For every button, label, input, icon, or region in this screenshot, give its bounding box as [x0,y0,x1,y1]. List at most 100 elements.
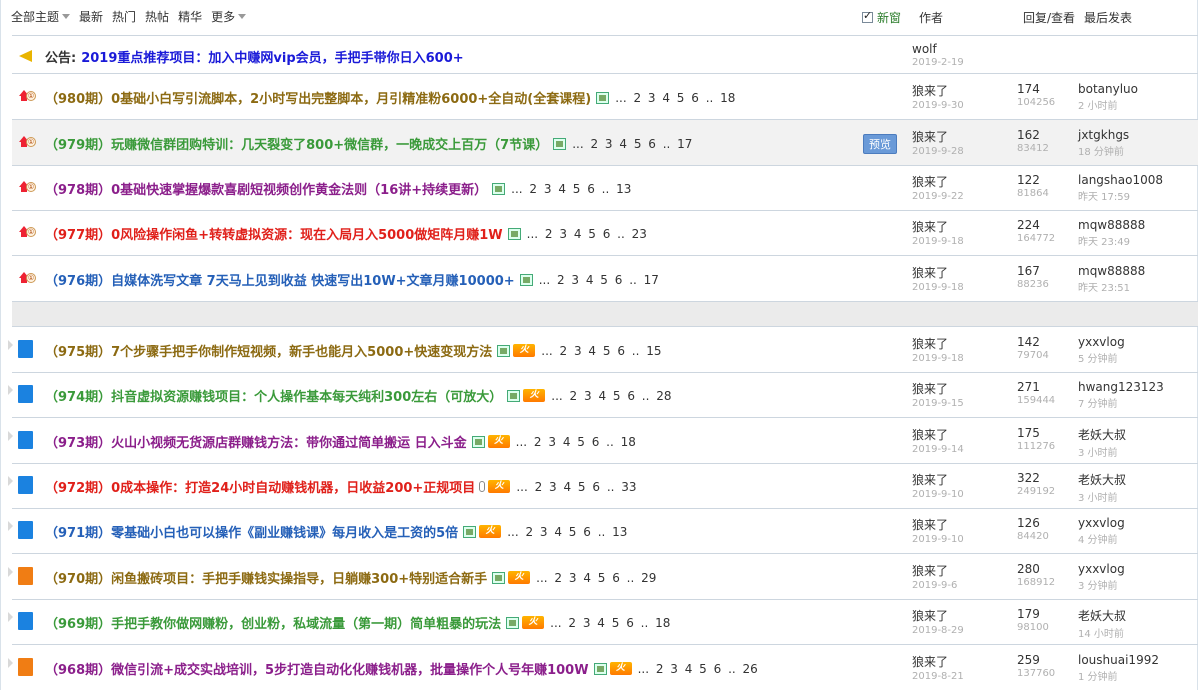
preview-button[interactable]: 预览 [863,134,897,154]
author-name[interactable]: 狼来了 [912,473,948,487]
last-post: yxxvlog 3 分钟前 [1078,562,1125,592]
author-name[interactable]: 狼来了 [912,428,948,442]
last-post-user[interactable]: yxxvlog [1078,335,1125,349]
author-name[interactable]: 狼来了 [912,266,948,280]
thread-title[interactable]: （979期）玩赚微信群团购特训：几天裂变了800+微信群，一晚成交上百万（7节课… [45,134,548,153]
column-reply-view[interactable]: 回复/查看 [1023,9,1075,26]
author-name[interactable]: 狼来了 [912,564,948,578]
thread-pagination[interactable]: ... 2 3 4 5 6 .. 29 [536,571,656,585]
filter-hot[interactable]: 热门 [112,8,136,25]
post-date: 2019-9-10 [912,534,964,545]
reply-count: 280 [1017,562,1040,576]
thread-pagination[interactable]: ... 2 3 4 5 6 .. 18 [550,616,670,630]
last-post-time[interactable]: 14 小时前 [1078,625,1126,640]
last-post-user[interactable]: yxxvlog [1078,516,1125,530]
post-date: 2019-9-15 [912,398,964,409]
filter-hotpost[interactable]: 热帖 [145,8,169,25]
thread-title[interactable]: （968期）微信引流+成交实战培训，5步打造自动化化赚钱机器，批量操作个人号年赚… [45,659,589,678]
image-attachment-icon [492,182,506,195]
thread-pagination[interactable]: ... 2 3 4 5 6 .. 18 [615,91,735,105]
thread-title[interactable]: （978期）0基础快速掌握爆款喜剧短视频创作黄金法则（16讲+持续更新） [45,179,487,198]
last-post-user[interactable]: hwang123123 [1078,380,1164,394]
last-post-time[interactable]: 7 分钟前 [1078,395,1164,410]
author-name[interactable]: 狼来了 [912,130,948,144]
reply-view-count: 162 83412 [1017,128,1049,154]
thread-title[interactable]: （974期）抖音虚拟资源赚钱项目：个人操作基本每天纯利300左右（可放大） [45,386,502,405]
author-name[interactable]: 狼来了 [912,609,948,623]
thread-title-wrap: （976期）自媒体洗写文章 7天马上见到收益 快速写出10W+文章月赚10000… [45,270,659,290]
last-post-time[interactable]: 昨天 23:51 [1078,279,1145,294]
thread-title-wrap: （973期）火山小视频无货源店群赚钱方法：带你通过简单搬运 日入斗金 火 ... 2… [45,432,636,452]
thread-title[interactable]: （977期）0风险操作闲鱼+转转虚拟资源：现在入局月入5000做矩阵月赚1W [45,224,503,243]
last-post-user[interactable]: mqw88888 [1078,218,1145,232]
table-row: （973期）火山小视频无货源店群赚钱方法：带你通过简单搬运 日入斗金 火 ... 2… [12,418,1198,464]
view-count: 98100 [1017,622,1049,633]
image-attachment-icon [471,435,485,448]
author-name[interactable]: 狼来了 [912,84,948,98]
view-count: 81864 [1017,188,1049,199]
last-post-time[interactable]: 昨天 23:49 [1078,233,1145,248]
last-post-user[interactable]: loushuai1992 [1078,653,1159,667]
thread-title-wrap: （977期）0风险操作闲鱼+转转虚拟资源：现在入局月入5000做矩阵月赚1W..… [45,224,647,244]
last-post-user[interactable]: jxtgkhgs [1078,128,1129,142]
table-row: （971期）零基础小白也可以操作《副业赚钱课》每月收入是工资的5倍 火 ... 2 … [12,508,1198,554]
last-post-time[interactable]: 2 小时前 [1078,97,1138,112]
thread-pagination[interactable]: ... 2 3 4 5 6 .. 26 [638,662,758,676]
last-post-time[interactable]: 5 分钟前 [1078,350,1125,365]
last-post-user[interactable]: 老妖大叔 [1078,609,1126,623]
thread-pagination[interactable]: ... 2 3 4 5 6 .. 17 [572,137,692,151]
thread-title[interactable]: （980期）0基础小白写引流脚本，2小时写出完整脚本，月引精准粉6000+全自动… [45,88,591,107]
last-post-user[interactable]: yxxvlog [1078,562,1125,576]
thread-title[interactable]: （970期）闲鱼搬砖项目：手把手赚钱实操指导，日躺赚300+特别适合新手 [45,568,487,587]
thread-title[interactable]: （976期）自媒体洗写文章 7天马上见到收益 快速写出10W+文章月赚10000… [45,270,515,289]
thread-pagination[interactable]: ... 2 3 4 5 6 .. 17 [539,273,659,287]
thread-pagination[interactable]: ... 2 3 4 5 6 .. 18 [516,435,636,449]
thread-pagination[interactable]: ... 2 3 4 5 6 .. 33 [516,480,636,494]
thread-title[interactable]: （969期）手把手教你做网赚粉，创业粉，私域流量（第一期）简单粗暴的玩法 [45,613,501,632]
last-post-user[interactable]: botanyluo [1078,82,1138,96]
author-name[interactable]: 狼来了 [912,337,948,351]
thread-pagination[interactable]: ... 2 3 4 5 6 .. 13 [511,182,631,196]
announcement-title-wrap: 公告: 2019重点推荐项目：加入中赚网vip会员，手把手带你日入600+ [45,47,464,66]
filter-more[interactable]: 更多 [211,8,247,25]
author-name[interactable]: 狼来了 [912,655,948,669]
column-last-post[interactable]: 最后发表 [1084,9,1132,26]
announcement-row: 公告: 2019重点推荐项目：加入中赚网vip会员，手把手带你日入600+ wo… [12,35,1198,74]
image-attachment-icon [507,227,521,240]
thread-pagination[interactable]: ... 2 3 4 5 6 .. 13 [507,525,627,539]
filter-latest[interactable]: 最新 [79,8,103,25]
last-post-time[interactable]: 1 分钟前 [1078,668,1159,683]
new-window-toggle[interactable]: 新窗 [862,9,901,26]
author-name[interactable]: 狼来了 [912,220,948,234]
last-post-time[interactable]: 3 小时前 [1078,444,1126,459]
thread-pagination[interactable]: ... 2 3 4 5 6 .. 28 [551,389,671,403]
last-post-user[interactable]: 老妖大叔 [1078,473,1126,487]
last-post: yxxvlog 4 分钟前 [1078,516,1125,546]
checkbox-icon[interactable] [862,9,873,23]
last-post-user[interactable]: mqw88888 [1078,264,1145,278]
forum-thread-list: 全部主题 最新 热门 热帖 精华 更多 新窗 作者 回复/查看 最后发表 公告:… [0,0,1198,690]
filter-essence[interactable]: 精华 [178,8,202,25]
post-date: 2019-9-22 [912,191,964,202]
last-post-time[interactable]: 昨天 17:59 [1078,188,1163,203]
last-post-user[interactable]: 老妖大叔 [1078,428,1126,442]
last-post-time[interactable]: 18 分钟前 [1078,143,1129,158]
author-name[interactable]: 狼来了 [912,518,948,532]
author-name[interactable]: 狼来了 [912,382,948,396]
announcement-title[interactable]: 2019重点推荐项目：加入中赚网vip会员，手把手带你日入600+ [81,47,463,66]
last-post-user[interactable]: langshao1008 [1078,173,1163,187]
last-post-time[interactable]: 4 分钟前 [1078,531,1125,546]
last-post: mqw88888 昨天 23:51 [1078,264,1145,294]
thread-pagination[interactable]: ... 2 3 4 5 6 .. 23 [527,227,647,241]
last-post-time[interactable]: 3 小时前 [1078,489,1126,504]
thread-title[interactable]: （972期）0成本操作：打造24小时自动赚钱机器，日收益200+正规项目 [45,477,475,496]
author-name[interactable]: 狼来了 [912,175,948,189]
last-post-time[interactable]: 3 分钟前 [1078,577,1125,592]
thread-title[interactable]: （975期）7个步骤手把手你制作短视频，新手也能月入5000+快速变现方法 [45,341,492,360]
thread-pagination[interactable]: ... 2 3 4 5 6 .. 15 [541,344,661,358]
thread-title[interactable]: （971期）零基础小白也可以操作《副业赚钱课》每月收入是工资的5倍 [45,522,458,541]
filter-all[interactable]: 全部主题 [11,8,71,25]
author-name[interactable]: wolf [912,42,937,56]
thread-title[interactable]: （973期）火山小视频无货源店群赚钱方法：带你通过简单搬运 日入斗金 [45,432,467,451]
reply-view-count: 322 249192 [1017,471,1055,497]
